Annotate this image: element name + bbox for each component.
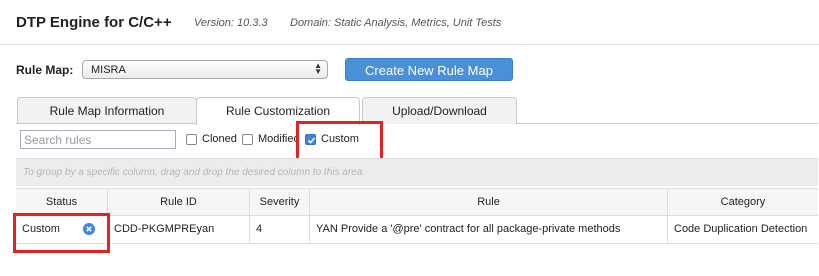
tab-upload-download[interactable]: Upload/Download (362, 97, 517, 124)
up-down-arrows-icon: ▲ ▼ (314, 61, 322, 76)
modified-checkbox[interactable] (242, 134, 253, 145)
search-rules-input[interactable] (20, 130, 176, 149)
column-header-rule-id[interactable]: Rule ID (107, 189, 249, 216)
cloned-label: Cloned (202, 133, 237, 145)
column-header-severity[interactable]: Severity (249, 189, 309, 216)
rule-id-cell: CDD-PKGMPREyan (107, 216, 249, 243)
rule-map-label: Rule Map: (16, 63, 74, 77)
status-cell-highlight (13, 213, 110, 253)
group-by-drop-area[interactable]: To group by a specific column, drag and … (16, 158, 818, 186)
modified-label: Modified (258, 133, 299, 145)
group-by-hint: To group by a specific column, drag and … (23, 167, 366, 178)
column-header-category[interactable]: Category (667, 189, 818, 216)
rule-map-select[interactable]: MISRA ▲ ▼ (82, 60, 328, 79)
tab-rule-map-information[interactable]: Rule Map Information (17, 97, 197, 124)
custom-filter-highlight (296, 121, 383, 162)
rule-cell: YAN Provide a '@pre' contract for all pa… (309, 216, 667, 243)
severity-cell: 4 (249, 216, 309, 243)
create-rule-map-button[interactable]: Create New Rule Map (345, 58, 513, 81)
version-label: Version: 10.3.3 (194, 17, 268, 29)
table-row[interactable]: Custom CDD-PKGMPREyan 4 YAN Provide a '@… (16, 216, 818, 244)
column-header-rule[interactable]: Rule (309, 189, 667, 216)
domain-label: Domain: Static Analysis, Metrics, Unit T… (290, 17, 502, 29)
app-title: DTP Engine for C/C++ (16, 14, 172, 31)
category-cell: Code Duplication Detection (667, 216, 818, 243)
column-header-status[interactable]: Status (16, 189, 107, 216)
app-header: DTP Engine for C/C++ Version: 10.3.3 Dom… (0, 0, 819, 45)
cloned-checkbox[interactable] (186, 134, 197, 145)
rule-map-selected-value: MISRA (91, 64, 126, 76)
grid-header: Status Rule ID Severity Rule Category (16, 188, 818, 216)
